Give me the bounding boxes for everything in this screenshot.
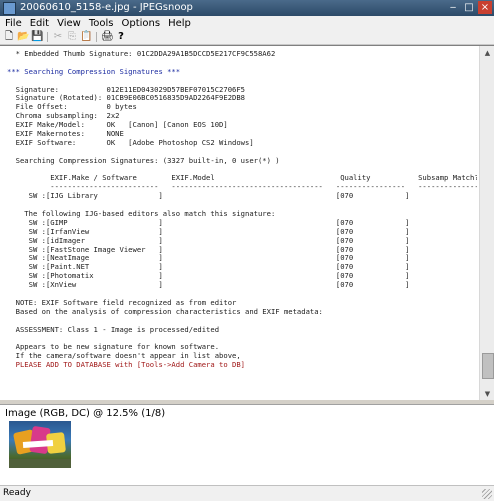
window-title: 20060610_5158-e.jpg - JPEGsnoop: [20, 2, 193, 13]
report-line: ------------------------- --------------…: [7, 183, 477, 192]
report-line: SW :[Paint.NET ] [070 ]: [7, 263, 410, 272]
scroll-up-icon[interactable]: ▲: [480, 46, 494, 60]
report-line: Appears to be new signature for known so…: [7, 343, 220, 352]
report-line: SW :[idImager ] [070 ]: [7, 236, 410, 245]
report-line: [7, 77, 477, 86]
image-pane: Image (RGB, DC) @ 12.5% (1/8): [0, 404, 494, 486]
report-line: SW :[Photomatix ] [070 ]: [7, 272, 410, 281]
report-line: [7, 59, 477, 68]
toolbar: 🗋 📂 💾 ✂ ⎘ 📋 🖨 ?: [0, 30, 494, 45]
report-line: SW :[GIMP ] [070 ]: [7, 218, 410, 227]
report-line: [7, 335, 477, 344]
menu-help[interactable]: Help: [165, 17, 194, 31]
menu-tools[interactable]: Tools: [86, 17, 117, 31]
report-line: Signature: 012E11ED043029D57BEF07015C270…: [7, 85, 245, 94]
report-line: NOTE: EXIF Software field recognized as …: [7, 298, 237, 307]
title-bar: 20060610_5158-e.jpg - JPEGsnoop ‒ □ ×: [0, 0, 494, 16]
report-line: Chroma subsampling: 2x2: [7, 112, 120, 121]
menu-view[interactable]: View: [54, 17, 84, 31]
print-icon[interactable]: 🖨: [101, 31, 114, 43]
report-line: SW :[NeatImage ] [070 ]: [7, 254, 410, 263]
menu-bar: File Edit View Tools Options Help: [0, 16, 494, 30]
report-line: SW :[IJG Library ] [070 ]: [7, 192, 410, 201]
resize-grip[interactable]: [482, 489, 492, 499]
report-text[interactable]: * Embedded Thumb Signature: 01C2DDA29A1B…: [7, 50, 477, 370]
report-line: PLEASE ADD TO DATABASE with [Tools->Add …: [7, 361, 245, 370]
report-line: File Offset: 0 bytes: [7, 103, 137, 112]
report-line: [7, 201, 477, 210]
maximize-button[interactable]: □: [462, 1, 476, 14]
copy-icon[interactable]: ⎘: [66, 31, 78, 43]
report-line: [7, 148, 477, 157]
open-folder-icon[interactable]: 📂: [17, 31, 29, 43]
menu-options[interactable]: Options: [118, 17, 163, 31]
help-icon[interactable]: ?: [115, 31, 127, 43]
image-info-label: Image (RGB, DC) @ 12.5% (1/8): [5, 408, 166, 419]
scroll-down-icon[interactable]: ▼: [480, 387, 494, 401]
vertical-scrollbar[interactable]: ▲ ▼: [479, 46, 494, 401]
report-line: Based on the analysis of compression cha…: [7, 307, 323, 316]
paste-icon[interactable]: 📋: [80, 31, 92, 43]
report-line: [7, 290, 477, 299]
report-line: Signature (Rotated): 01CB9E06BC0516835D9…: [7, 94, 245, 103]
status-text: Ready: [3, 488, 31, 498]
report-line: * Embedded Thumb Signature: 01C2DDA29A1B…: [7, 50, 276, 58]
report-line: EXIF.Make / Software EXIF.Model Quality …: [7, 174, 477, 183]
report-line: *** Searching Compression Signatures ***: [7, 67, 181, 76]
report-line: EXIF Software: OK [Adobe Photoshop CS2 W…: [7, 138, 254, 147]
image-thumbnail[interactable]: [9, 421, 71, 468]
menu-edit[interactable]: Edit: [27, 17, 52, 31]
report-line: EXIF Make/Model: OK [Canon] [Canon EOS 1…: [7, 121, 228, 130]
report-line: [7, 317, 477, 326]
report-pane[interactable]: * Embedded Thumb Signature: 01C2DDA29A1B…: [0, 45, 494, 401]
toolbar-separator: [47, 32, 48, 42]
report-line: [7, 166, 477, 175]
close-button[interactable]: ×: [478, 1, 492, 14]
report-line: SW :[IrfanView ] [070 ]: [7, 227, 410, 236]
status-bar: Ready: [0, 485, 494, 501]
toolbar-separator: [96, 32, 97, 42]
report-line: SW :[XnView ] [070 ]: [7, 281, 410, 290]
report-line: EXIF Makernotes: NONE: [7, 130, 124, 139]
report-line: Searching Compression Signatures: (3327 …: [7, 156, 280, 165]
report-line: If the camera/software doesn't appear in…: [7, 352, 241, 361]
save-icon[interactable]: 💾: [31, 31, 43, 43]
report-line: ASSESSMENT: Class 1 - Image is processed…: [7, 325, 220, 334]
report-line: SW :[FastStone Image Viewer ] [070 ]: [7, 245, 410, 254]
menu-file[interactable]: File: [2, 17, 25, 31]
scroll-thumb[interactable]: [482, 353, 494, 379]
new-document-icon[interactable]: 🗋: [3, 31, 15, 43]
report-line: The following IJG-based editors also mat…: [7, 210, 276, 219]
minimize-button[interactable]: ‒: [446, 1, 460, 14]
graffiti-shape: [9, 459, 71, 468]
app-icon: [3, 2, 16, 15]
cut-icon[interactable]: ✂: [52, 31, 64, 43]
